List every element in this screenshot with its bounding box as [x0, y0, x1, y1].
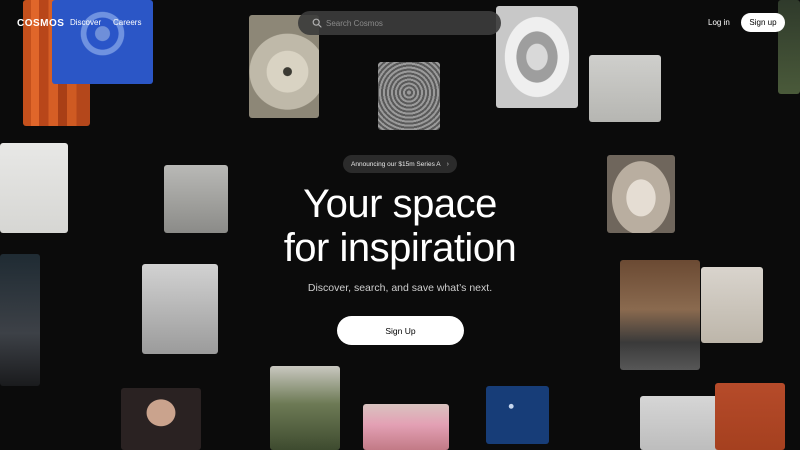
image-tile-dancers[interactable] — [142, 264, 218, 354]
image-tile-portrait[interactable] — [121, 388, 201, 450]
search-placeholder: Search Cosmos — [326, 18, 383, 28]
search-input[interactable]: Search Cosmos — [298, 11, 501, 35]
signup-button-top[interactable]: Sign up — [741, 13, 785, 32]
headline-line-2: for inspiration — [283, 226, 517, 270]
announcement-text: Announcing our $15m Series A — [351, 160, 441, 168]
image-tile-makeup[interactable] — [363, 404, 449, 450]
image-tile-cyanotype[interactable] — [486, 386, 549, 444]
image-tile-pebbles[interactable] — [715, 383, 785, 450]
hero-headline: Your space for inspiration — [0, 182, 800, 270]
login-link[interactable]: Log in — [708, 18, 730, 27]
headline-line-1: Your space — [303, 182, 497, 226]
signup-cta-button[interactable]: Sign Up — [337, 316, 464, 345]
image-tile-texture[interactable] — [378, 62, 440, 130]
image-tile-plate[interactable] — [496, 6, 578, 108]
image-tile-grass[interactable] — [270, 366, 340, 450]
logo[interactable]: COSMOS — [17, 18, 64, 29]
announcement-pill[interactable]: Announcing our $15m Series A › — [343, 155, 457, 173]
image-tile-person[interactable] — [0, 254, 40, 386]
nav-link-careers[interactable]: Careers — [113, 18, 141, 27]
image-tile-kitchen[interactable] — [620, 260, 700, 370]
image-tile-wall[interactable] — [589, 55, 661, 122]
hero-subheadline: Discover, search, and save what’s next. — [307, 282, 493, 294]
chevron-right-icon: › — [446, 160, 449, 168]
nav-link-discover[interactable]: Discover — [70, 18, 101, 27]
image-tile-blue-sculpture[interactable] — [52, 0, 153, 84]
image-tile-vase[interactable] — [640, 396, 722, 450]
image-tile-fashion[interactable] — [701, 267, 763, 343]
search-icon — [312, 18, 322, 28]
